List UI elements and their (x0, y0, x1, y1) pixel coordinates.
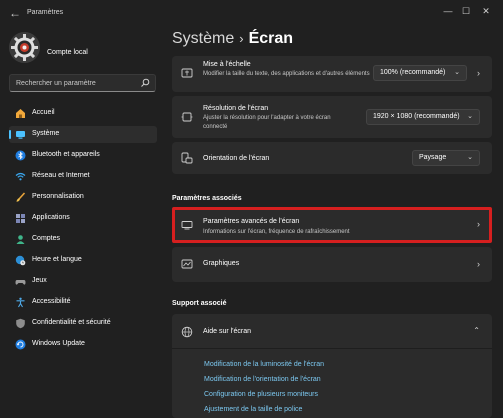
bluetooth-icon (15, 150, 26, 161)
avatar[interactable] (9, 32, 40, 63)
resolution-dropdown-value: 1920 × 1080 (recommandé) (373, 113, 460, 120)
avatar-gear-icon (9, 32, 40, 63)
sidebar-item-label: Système (32, 130, 60, 137)
sidebar-item-bluetooth[interactable]: Bluetooth et appareils (9, 147, 157, 164)
breadcrumb: Système › Écran (172, 30, 293, 48)
search-placeholder: Rechercher un paramètre (16, 80, 96, 87)
sidebar-item-accessibilite[interactable]: Accessibilité (9, 294, 157, 311)
sidebar-item-confidentialite[interactable]: Confidentialité et sécurité (9, 315, 157, 332)
sidebar-item-label: Jeux (32, 277, 47, 284)
graphics-title: Graphiques (203, 260, 240, 267)
resolution-description: Ajuster la résolution pour l'adapter à v… (203, 115, 331, 130)
orientation-dropdown[interactable]: Paysage ⌄ (412, 150, 480, 166)
scale-description: Modifier la taille du texte, des applica… (203, 71, 370, 77)
resolution-icon (181, 112, 193, 122)
search-icon (141, 78, 150, 87)
sidebar-item-label: Comptes (32, 235, 61, 242)
shield-icon (16, 318, 25, 329)
close-button[interactable]: ✕ (478, 4, 494, 18)
chevron-down-icon: ⌄ (467, 154, 473, 161)
sidebar-item-windows-update[interactable]: Windows Update (9, 336, 157, 353)
orientation-title: Orientation de l'écran (203, 155, 270, 162)
wifi-icon (15, 172, 26, 181)
scale-dropdown-value: 100% (recommandé) (380, 69, 446, 76)
sidebar-item-heure-langue[interactable]: Heure et langue (9, 252, 157, 269)
scale-dropdown[interactable]: 100% (recommandé) ⌄ (373, 65, 467, 81)
resolution-title: Résolution de l'écran (203, 105, 269, 112)
sidebar-item-personnalisation[interactable]: Personnalisation (9, 189, 157, 206)
system-icon (16, 131, 25, 139)
orientation-setting-card[interactable]: Orientation de l'écran Paysage ⌄ (172, 142, 492, 174)
sidebar-item-label: Applications (32, 214, 70, 221)
back-arrow-icon[interactable]: ← (9, 6, 21, 20)
orientation-dropdown-value: Paysage (419, 154, 447, 161)
sidebar-item-label: Bluetooth et appareils (32, 151, 100, 158)
sidebar-item-systeme[interactable]: Système (9, 126, 157, 143)
minimize-button[interactable]: — (440, 4, 456, 18)
scale-title: Mise à l'échelle (203, 61, 251, 68)
resolution-dropdown[interactable]: 1920 × 1080 (recommandé) ⌄ (366, 109, 480, 125)
graphics-card[interactable]: Graphiques › (172, 247, 492, 282)
sidebar-item-reseau[interactable]: Réseau et Internet (9, 168, 157, 185)
sidebar-item-label: Personnalisation (32, 193, 84, 200)
red-highlight-box (172, 207, 492, 243)
sidebar-item-label: Windows Update (32, 340, 85, 347)
maximize-button[interactable]: ☐ (458, 4, 474, 18)
sidebar-item-label: Accueil (32, 109, 55, 116)
sidebar-item-label: Heure et langue (32, 256, 82, 263)
page-title: Écran (248, 30, 294, 47)
brush-icon (16, 192, 26, 202)
accessibility-icon (16, 297, 25, 308)
chevron-up-icon[interactable]: ⌃ (473, 326, 480, 335)
chevron-right-icon: › (477, 259, 480, 269)
chevron-down-icon: ⌄ (467, 113, 473, 120)
support-section-title: Support associé (172, 300, 227, 307)
gamepad-icon (15, 280, 26, 285)
account-name: Compte local (47, 49, 88, 56)
resolution-setting-card[interactable]: Résolution de l'écran Ajuster la résolut… (172, 96, 492, 138)
chevron-down-icon: ⌄ (454, 69, 460, 76)
sidebar-item-label: Confidentialité et sécurité (32, 319, 111, 326)
sidebar-item-label: Réseau et Internet (32, 172, 90, 179)
active-indicator (9, 130, 11, 139)
help-link-multiple-monitors[interactable]: Configuration de plusieurs moniteurs (204, 391, 318, 398)
breadcrumb-parent[interactable]: Système (172, 30, 234, 47)
sidebar-item-applications[interactable]: Applications (9, 210, 157, 227)
orientation-icon (181, 152, 193, 164)
divider (172, 348, 492, 349)
accounts-icon (16, 235, 25, 244)
search-input[interactable]: Rechercher un paramètre (9, 74, 156, 92)
sidebar-item-jeux[interactable]: Jeux (9, 273, 157, 290)
globe-icon (181, 326, 193, 338)
globe-clock-icon (15, 255, 26, 266)
scale-icon (181, 68, 193, 78)
chevron-right-icon: › (477, 68, 480, 78)
help-link-font-size[interactable]: Ajustement de la taille de police (204, 406, 302, 413)
home-icon (16, 109, 25, 118)
related-section-title: Paramètres associés (172, 195, 242, 202)
app-title: Paramètres (27, 9, 64, 16)
graphics-icon (181, 259, 193, 269)
update-icon (15, 339, 26, 350)
sidebar-item-comptes[interactable]: Comptes (9, 231, 157, 248)
help-link-orientation[interactable]: Modification de l'orientation de l'écran (204, 376, 321, 383)
help-title: Aide sur l'écran (203, 328, 252, 335)
scale-setting-card[interactable]: Mise à l'échelle Modifier la taille du t… (172, 56, 492, 92)
title-bar: ← Paramètres — ☐ ✕ (0, 0, 503, 28)
breadcrumb-separator: › (239, 31, 244, 46)
help-link-brightness[interactable]: Modification de la luminosité de l'écran (204, 361, 324, 368)
sidebar-item-label: Accessibilité (32, 298, 71, 305)
apps-icon (16, 214, 25, 223)
sidebar-item-accueil[interactable]: Accueil (9, 105, 157, 122)
